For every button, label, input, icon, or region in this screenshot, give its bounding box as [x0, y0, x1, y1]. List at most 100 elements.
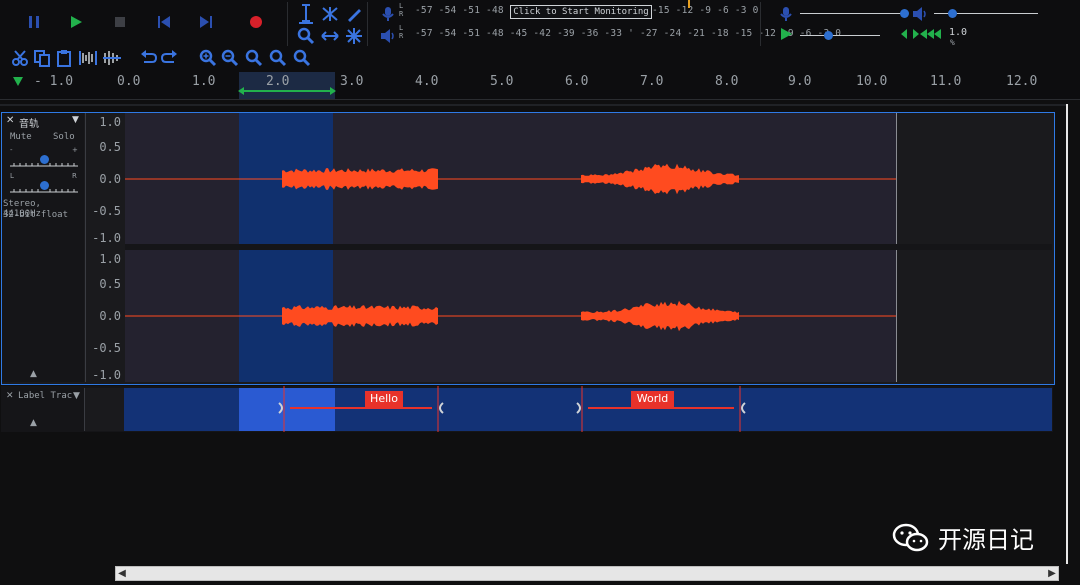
- solo-button[interactable]: Solo: [53, 132, 75, 142]
- ruler-tick-label: 8.0: [715, 74, 739, 89]
- pause-icon: [29, 16, 39, 28]
- amplitude-tick-label: -1.0: [92, 231, 121, 245]
- ruler-tick-label: - 1.0: [34, 74, 74, 89]
- monitor-button[interactable]: Click to Start Monitoring: [510, 5, 652, 19]
- waveform-graphic: [125, 163, 896, 332]
- skip-end-icon: [200, 16, 212, 28]
- speed-sublabel: %: [950, 38, 955, 47]
- record-button[interactable]: [242, 8, 270, 36]
- track-collapse-button[interactable]: ▲: [30, 369, 37, 379]
- ruler-tick-label: 12.0: [1006, 74, 1038, 89]
- zoom-fit-icon: [269, 49, 287, 67]
- label-track-menu-arrow[interactable]: ▼: [73, 391, 80, 401]
- track-close-button[interactable]: ✕: [6, 115, 14, 126]
- speed-value: 1.0: [949, 27, 968, 38]
- stop-button[interactable]: [106, 8, 134, 36]
- copy-icon: [34, 50, 50, 67]
- scroll-left-arrow[interactable]: ◀: [116, 567, 128, 580]
- watermark-text: 开源日记: [938, 526, 1034, 554]
- label-track-close-button[interactable]: ✕: [6, 391, 14, 401]
- waveform-segment: [282, 168, 438, 190]
- silence-icon: [103, 51, 121, 65]
- peak-marker: [688, 0, 690, 8]
- ruler-tick-label: 1.0: [192, 74, 216, 89]
- track-info-bitdepth: 32-bit float: [3, 210, 69, 220]
- record-icon: [250, 16, 262, 28]
- record-meter-scale-tail: -15 -12 -9 -6 -3 0: [652, 5, 759, 16]
- play-at-speed-button[interactable]: [772, 20, 800, 48]
- speaker-icon: [381, 29, 394, 43]
- playback-speed-slider[interactable]: [800, 26, 884, 40]
- amplitude-tick-label: 1.0: [99, 252, 121, 266]
- amplitude-tick-label: 0.5: [99, 140, 121, 154]
- label-world[interactable]: World: [631, 391, 674, 407]
- amplitude-tick-label: 0.0: [99, 172, 121, 186]
- waveform-segment: [282, 305, 438, 327]
- pan-slider[interactable]: [10, 179, 78, 193]
- pencil-icon: [348, 9, 361, 22]
- record-volume-slider[interactable]: [800, 4, 910, 18]
- record-lr-label: LR: [399, 2, 404, 18]
- track-name[interactable]: 音轨: [19, 115, 39, 130]
- snap-arrows-icon: [901, 29, 919, 39]
- ruler-tick-label: 4.0: [415, 74, 439, 89]
- label-track-collapse-button[interactable]: ▲: [30, 418, 37, 428]
- zoom-in-icon: [199, 49, 217, 67]
- ruler-tick-label: 2.0: [266, 74, 290, 89]
- mute-button[interactable]: Mute: [10, 132, 32, 142]
- skip-to-start-button[interactable]: [150, 8, 178, 36]
- scissors-icon: [12, 50, 28, 66]
- silence-button[interactable]: [98, 44, 126, 72]
- vertical-scrollbar-track[interactable]: [1066, 104, 1068, 564]
- zoom-selection-icon: [245, 49, 263, 67]
- multi-tool-button[interactable]: [340, 22, 368, 50]
- scroll-right-arrow[interactable]: ▶: [1046, 567, 1058, 580]
- play-icon: [781, 28, 792, 40]
- label-hello[interactable]: Hello: [365, 391, 403, 407]
- label-ranges: [278, 386, 746, 432]
- trim-icon: [79, 51, 97, 65]
- play-lr-label: LR: [399, 24, 404, 40]
- rewind-icon: [920, 29, 941, 39]
- paste-icon: [57, 50, 71, 67]
- skip-to-end-button[interactable]: [192, 8, 220, 36]
- ruler-tick-label: 11.0: [930, 74, 962, 89]
- amplitude-tick-label: 0.0: [99, 309, 121, 323]
- timeline-ruler[interactable]: - 1.0 0.0 1.0 2.0 3.0 4.0 5.0 6.0 7.0 8.0 9.0 10.0 1…: [0, 72, 1080, 100]
- fast-rewind-button[interactable]: [918, 20, 946, 48]
- time-shift-icon: [321, 31, 339, 41]
- redo-icon: [161, 50, 177, 63]
- ruler-tick-label: 6.0: [565, 74, 589, 89]
- zoom-out-icon: [221, 49, 239, 67]
- zoom-toggle-button[interactable]: [288, 44, 316, 72]
- watermark: 开源日记: [892, 520, 1034, 555]
- amplitude-tick-label: -1.0: [92, 368, 121, 382]
- waveform-segment: [581, 163, 739, 195]
- amplitude-tick-label: 0.5: [99, 277, 121, 291]
- pause-button[interactable]: [20, 8, 48, 36]
- horizontal-scrollbar[interactable]: ◀ ▶: [115, 566, 1059, 581]
- play-head-marker-icon: [13, 77, 23, 86]
- label-track-name[interactable]: Label Trac: [18, 391, 72, 401]
- ruler-tick-label: 7.0: [640, 74, 664, 89]
- track-control-panel: ✕ 音轨 ▼ Mute Solo - + L R Stereo, 44100Hz…: [2, 113, 84, 382]
- play-button[interactable]: [62, 8, 90, 36]
- redo-button[interactable]: [156, 44, 184, 72]
- ruler-tick-label: 3.0: [340, 74, 364, 89]
- microphone-icon: [382, 7, 394, 21]
- ruler-tick-label: 5.0: [490, 74, 514, 89]
- undo-icon: [141, 50, 157, 63]
- track-menu-arrow[interactable]: ▼: [72, 115, 79, 125]
- gain-slider[interactable]: [10, 153, 78, 167]
- play-icon: [71, 16, 82, 28]
- magnifier-icon: [297, 27, 315, 45]
- play-meter-button[interactable]: [374, 22, 402, 50]
- amplitude-tick-label: 1.0: [99, 115, 121, 129]
- ruler-tick-label: 0.0: [117, 74, 141, 89]
- wechat-logo-icon: [892, 523, 929, 551]
- waveform-segment: [581, 300, 739, 332]
- playback-volume-slider[interactable]: [934, 4, 1044, 18]
- multi-tool-icon: [346, 28, 362, 44]
- toolbar-area: LR -57 -54 -51 -48 -45 - Click to Start …: [0, 0, 1080, 72]
- skip-start-icon: [158, 16, 170, 28]
